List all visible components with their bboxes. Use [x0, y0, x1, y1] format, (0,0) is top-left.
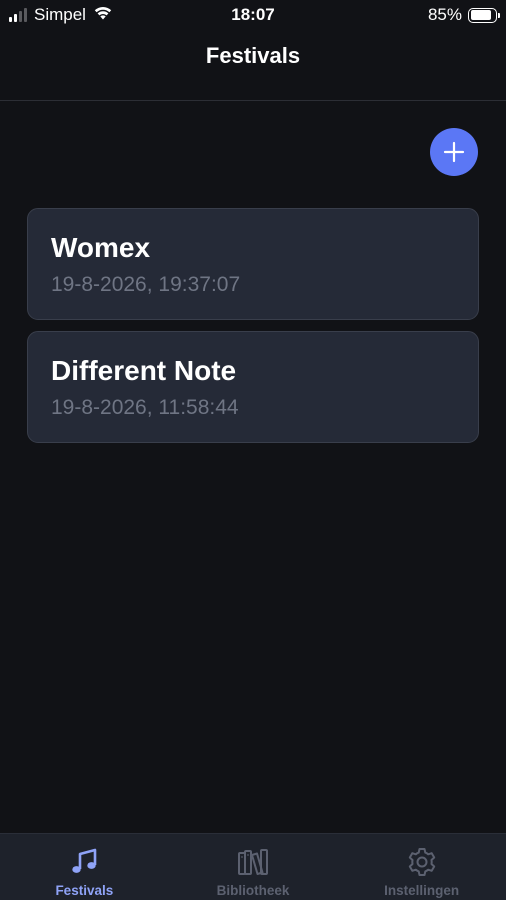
tab-bar: Festivals Bibliotheek Instellingen: [0, 833, 506, 900]
festival-card[interactable]: Different Note 19-8-2026, 11:58:44: [27, 331, 479, 443]
status-bar: Simpel 18:07 85%: [0, 0, 506, 30]
festival-date: 19-8-2026, 11:58:44: [51, 396, 239, 419]
tab-bibliotheek[interactable]: Bibliotheek: [169, 834, 338, 900]
festival-name: Womex: [51, 232, 151, 263]
festival-card[interactable]: Womex 19-8-2026, 19:37:07: [27, 208, 479, 320]
festival-date: 19-8-2026, 19:37:07: [51, 273, 241, 296]
gear-icon: [406, 846, 438, 878]
festival-list: Womex 19-8-2026, 19:37:07 Different Note…: [27, 208, 479, 454]
festival-name: Different Note: [51, 355, 237, 386]
status-right: 85%: [427, 5, 500, 25]
battery-percentage: 85%: [427, 5, 462, 24]
tab-label: Bibliotheek: [216, 883, 290, 898]
music-note-icon: [68, 846, 100, 878]
app-screen: Simpel 18:07 85% Festivals Womex 19-8-20…: [0, 0, 506, 900]
page-title: Festivals: [205, 43, 301, 68]
battery-icon: [468, 7, 500, 23]
tab-festivals[interactable]: Festivals: [0, 834, 169, 900]
add-festival-button[interactable]: [430, 128, 478, 176]
tab-label: Instellingen: [384, 883, 460, 898]
library-icon: [237, 846, 269, 878]
tab-label: Festivals: [55, 883, 114, 898]
tab-instellingen[interactable]: Instellingen: [337, 834, 506, 900]
plus-icon: [443, 141, 465, 163]
battery-fill: [470, 10, 491, 20]
header-divider: [0, 100, 506, 101]
